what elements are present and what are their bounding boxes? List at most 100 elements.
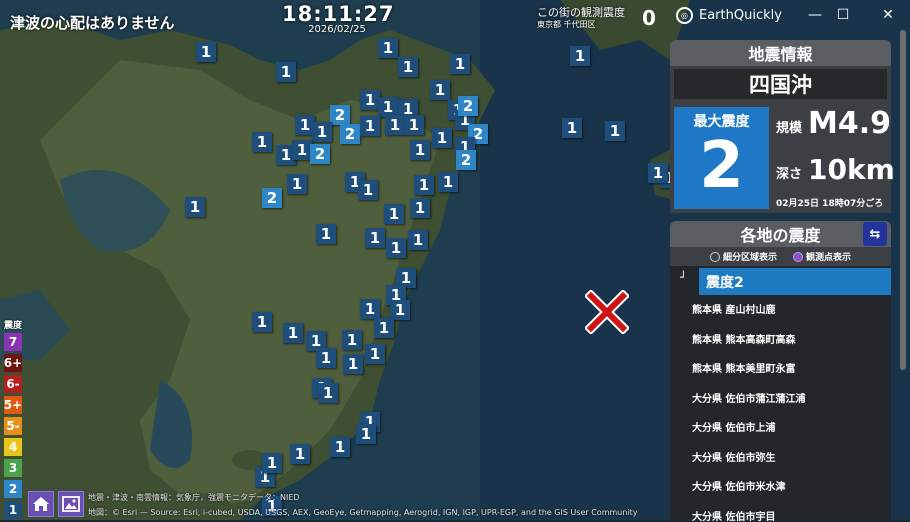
mode-area-option[interactable]: 細分区域表示 [709, 250, 777, 263]
mode-station-label: 観測点表示 [806, 253, 852, 263]
quake-region-name: 四国沖 [674, 69, 887, 99]
legend-level: 3 [4, 459, 22, 477]
station-marker[interactable]: 1 [312, 122, 332, 142]
station-marker[interactable]: 1 [358, 180, 378, 200]
station-marker[interactable]: 1 [408, 230, 428, 250]
tsunami-status: 津波の心配はありません [10, 14, 175, 32]
station-marker[interactable]: 1 [360, 116, 380, 136]
station-marker[interactable]: 1 [438, 172, 458, 192]
station-marker[interactable]: 1 [262, 453, 282, 473]
station-marker[interactable]: 1 [290, 444, 310, 464]
station-marker[interactable]: 1 [185, 197, 205, 217]
station-marker[interactable]: 1 [342, 330, 362, 350]
station-marker[interactable]: 1 [410, 140, 430, 160]
station-marker[interactable]: 1 [356, 424, 376, 444]
station-marker[interactable]: 2 [330, 105, 350, 125]
station-row[interactable]: 大分県 佐伯市弥生 [670, 442, 891, 472]
station-marker[interactable]: 1 [570, 46, 590, 66]
station-marker[interactable]: 1 [432, 128, 452, 148]
station-marker[interactable]: 1 [384, 204, 404, 224]
station-marker[interactable]: 1 [605, 121, 625, 141]
origin-time: 02月25日 18時07分ごろ [776, 199, 884, 209]
area-intensity-header: 各地の震度 ⇆ [670, 221, 891, 247]
station-marker[interactable]: 1 [385, 115, 405, 135]
local-intensity-value: 0 [642, 6, 656, 30]
station-marker[interactable]: 1 [450, 54, 470, 74]
station-row[interactable]: 熊本県 産山村山鹿 [670, 294, 891, 324]
maximize-button[interactable]: ☐ [831, 4, 855, 26]
depth-label: 深さ [776, 167, 803, 182]
station-row[interactable]: 熊本県 熊本高森町高森 [670, 324, 891, 354]
attribution-line2: 地図：© Esri — Source: Esri, i-cubed, USDA,… [88, 508, 638, 517]
station-marker[interactable]: 2 [456, 150, 476, 170]
home-icon [33, 497, 49, 511]
station-marker[interactable]: 1 [404, 115, 424, 135]
legend-level: 1 [4, 501, 22, 519]
station-marker[interactable]: 1 [374, 318, 394, 338]
station-row[interactable]: 大分県 佐伯市上浦 [670, 412, 891, 442]
station-marker[interactable]: 1 [276, 62, 296, 82]
station-marker[interactable]: 2 [458, 96, 478, 116]
local-intensity-title: この街の観測震度 [537, 6, 625, 19]
station-marker[interactable]: 1 [410, 198, 430, 218]
magnitude-value: M4.9 [808, 106, 891, 141]
display-mode-options: 細分区域表示 観測点表示 [670, 247, 891, 266]
station-marker[interactable]: 2 [340, 124, 360, 144]
radio-selected-icon [793, 252, 803, 262]
max-intensity-label: 最大震度 [693, 114, 750, 130]
station-marker[interactable]: 1 [252, 312, 272, 332]
station-row[interactable]: 熊本県 熊本美里町永富 [670, 353, 891, 383]
station-marker[interactable]: 1 [562, 118, 582, 138]
home-button[interactable] [28, 491, 54, 517]
intensity-group: ┘ 震度2 [670, 266, 891, 295]
station-marker[interactable]: 2 [310, 144, 330, 164]
station-marker[interactable]: 1 [292, 140, 312, 160]
station-marker[interactable]: 1 [318, 383, 338, 403]
station-marker[interactable]: 1 [360, 299, 380, 319]
image-button[interactable] [58, 491, 84, 517]
scrollbar[interactable] [900, 30, 906, 370]
station-marker[interactable]: 1 [360, 90, 380, 110]
station-row[interactable]: 大分県 佐伯市米水津 [670, 471, 891, 501]
local-intensity: この街の観測震度 東京都 千代田区 [537, 7, 625, 31]
mode-station-option[interactable]: 観測点表示 [793, 250, 851, 263]
magnitude-label: 規模 [776, 121, 803, 136]
clock-time: 18:11:27 [282, 2, 395, 26]
close-button[interactable]: ✕ [876, 4, 900, 26]
station-marker[interactable]: 1 [430, 80, 450, 100]
station-marker[interactable]: 1 [378, 38, 398, 58]
station-marker[interactable]: 1 [390, 300, 410, 320]
station-marker[interactable]: 1 [365, 344, 385, 364]
station-marker[interactable]: 1 [196, 42, 216, 62]
depth-value: 10km [808, 153, 895, 186]
station-marker[interactable]: 1 [316, 224, 336, 244]
station-marker[interactable]: 1 [287, 174, 307, 194]
station-marker[interactable]: 1 [414, 175, 434, 195]
station-row[interactable]: 大分県 佐伯市宇目 [670, 501, 891, 521]
radio-icon [709, 252, 720, 262]
station-marker[interactable]: 1 [365, 228, 385, 248]
quake-region: 四国沖 [670, 66, 891, 103]
station-marker[interactable]: 1 [283, 323, 303, 343]
station-marker[interactable]: 1 [386, 238, 406, 258]
station-list[interactable]: ┘ 震度2 熊本県 産山村山鹿 熊本県 熊本高森町高森 熊本県 熊本美里町永富 大分県… [670, 266, 891, 521]
station-marker[interactable]: 2 [262, 188, 282, 208]
station-marker[interactable]: 1 [316, 348, 336, 368]
station-marker[interactable]: 1 [252, 132, 272, 152]
legend-level: 6- [4, 375, 22, 393]
station-marker[interactable]: 1 [343, 354, 363, 374]
station-marker[interactable]: 1 [398, 57, 418, 77]
swap-icon[interactable]: ⇆ [863, 222, 887, 246]
area-intensity-title: 各地の震度 [740, 226, 821, 245]
legend-title: 震度 [3, 321, 22, 331]
group-corner-icon: ┘ [680, 271, 687, 284]
local-intensity-area: 東京都 千代田区 [537, 20, 596, 29]
intensity-legend: 震度 7 6+ 6- 5+ 5- 4 3 2 1 [3, 318, 23, 522]
info-panel: 地震情報 四国沖 最大震度 2 規模 M4.9 深さ 10km 02月25日 1… [670, 40, 895, 521]
station-marker[interactable]: 1 [330, 437, 350, 457]
station-row[interactable]: 大分県 佐伯市蒲江蒲江浦 [670, 383, 891, 413]
legend-level: 2 [4, 480, 22, 498]
station-marker[interactable]: 1 [648, 163, 668, 183]
minimize-button[interactable]: — [803, 4, 827, 26]
station-marker[interactable]: 1 [378, 97, 398, 117]
